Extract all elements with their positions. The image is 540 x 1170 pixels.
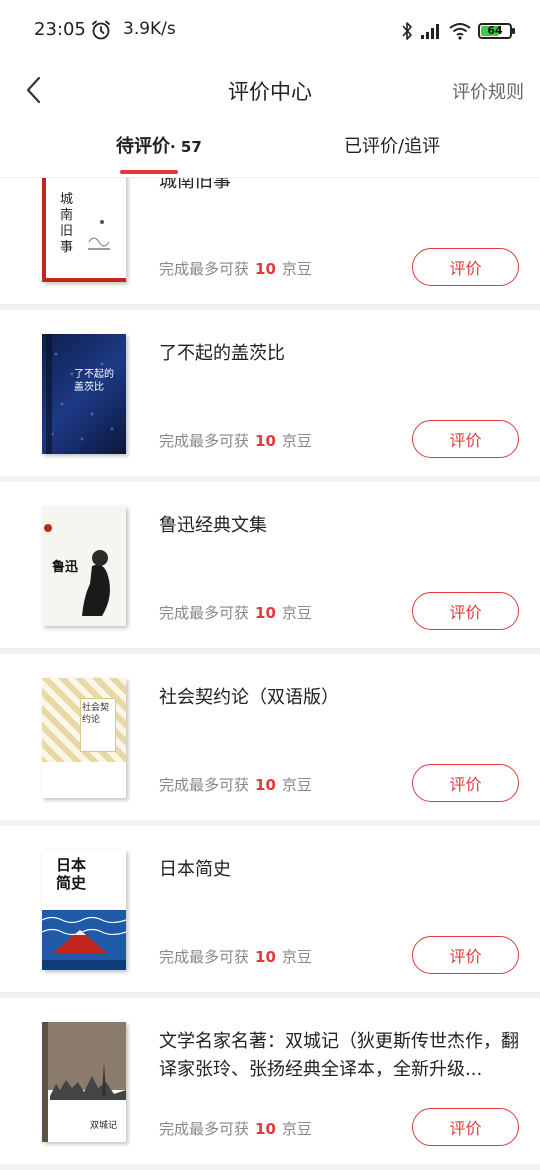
reward-prefix: 完成最多可获 (159, 260, 250, 278)
status-bar: 23:05 3.9K/s 64 (0, 0, 540, 62)
tab-bar: 待评价· 57 已评价/追评 (0, 118, 540, 178)
reward-text: 完成最多可获 10 京豆 (159, 774, 312, 795)
cover-title: 日本简史 (56, 856, 87, 892)
reward-unit: 京豆 (281, 432, 312, 450)
tab-pending-count: · 57 (170, 138, 202, 156)
reward-text: 完成最多可获 10 京豆 (159, 430, 312, 451)
list-item: 双城记 文学名家名著：双城记（狄更斯传世杰作，翻译家张玲、张扬经典全译本，全新升… (0, 998, 540, 1164)
network-speed: 3.9K/s (123, 19, 176, 39)
rate-button[interactable]: 评价 (412, 764, 519, 802)
book-cover: 城南旧事 (42, 178, 126, 282)
bluetooth-icon (402, 22, 412, 40)
reward-amount: 10 (255, 432, 276, 450)
reward-amount: 10 (255, 260, 276, 278)
tab-pending-label: 待评价 (116, 136, 170, 157)
reward-unit: 京豆 (281, 604, 312, 622)
reward-text: 完成最多可获 10 京豆 (159, 602, 312, 623)
rate-button[interactable]: 评价 (412, 420, 519, 458)
reward-text: 完成最多可获 10 京豆 (159, 946, 312, 967)
reward-unit: 京豆 (281, 1120, 312, 1138)
list-item: 日本简史 日本简史 完成最多可获 10 京豆 评价 (0, 826, 540, 992)
cover-title: 社会契约论 (82, 703, 110, 725)
cover-title: 鲁迅 (52, 560, 79, 575)
list-item: 鲁迅 鲁迅经典文集 完成最多可获 10 京豆 评价 (0, 482, 540, 648)
reward-prefix: 完成最多可获 (159, 604, 250, 622)
reward-prefix: 完成最多可获 (159, 432, 250, 450)
book-title: 城南旧事 (159, 178, 231, 192)
cover-title: 了不起的盖茨比 (74, 369, 114, 393)
active-tab-indicator (120, 170, 178, 174)
header: 评价中心 评价规则 (0, 62, 540, 118)
book-cover: 鲁迅 (42, 506, 126, 626)
list-item: 城南旧事 城南旧事 完成最多可获 10 京豆 评价 (0, 178, 540, 304)
reward-prefix: 完成最多可获 (159, 948, 250, 966)
book-title: 了不起的盖茨比 (159, 343, 285, 364)
status-time: 23:05 (34, 19, 86, 40)
reward-amount: 10 (255, 1120, 276, 1138)
rules-link[interactable]: 评价规则 (452, 78, 524, 104)
reward-amount: 10 (255, 604, 276, 622)
book-title: 文学名家名著：双城记（狄更斯传世杰作，翻译家张玲、张扬经典全译本，全新升级... (159, 1031, 519, 1080)
book-title: 日本简史 (159, 859, 231, 880)
rate-button[interactable]: 评价 (412, 1108, 519, 1146)
cover-illustration (46, 334, 114, 454)
cover-title: 城南旧事 (60, 192, 74, 255)
book-cover: 社会契约论 (42, 678, 126, 798)
alarm-icon (92, 20, 110, 40)
reward-prefix: 完成最多可获 (159, 776, 250, 794)
tab-reviewed[interactable]: 已评价/追评 (344, 132, 440, 158)
reward-unit: 京豆 (281, 260, 312, 278)
rate-button[interactable]: 评价 (412, 936, 519, 974)
cover-illustration (88, 220, 110, 250)
reward-prefix: 完成最多可获 (159, 1120, 250, 1138)
reward-amount: 10 (255, 776, 276, 794)
reward-unit: 京豆 (281, 776, 312, 794)
wifi-icon (449, 23, 471, 40)
signal-icon (421, 24, 439, 39)
list-item: 了不起的盖茨比 了不起的盖茨比 完成最多可获 10 京豆 评价 (0, 310, 540, 476)
review-list[interactable]: 城南旧事 城南旧事 完成最多可获 10 京豆 评价 了不起的盖茨比 了不起的盖茨… (0, 178, 540, 1170)
reward-text: 完成最多可获 10 京豆 (159, 258, 312, 279)
battery-icon: 64 (478, 23, 515, 39)
reward-amount: 10 (255, 948, 276, 966)
book-title: 鲁迅经典文集 (159, 515, 267, 536)
rate-button[interactable]: 评价 (412, 248, 519, 286)
rate-button[interactable]: 评价 (412, 592, 519, 630)
book-title: 社会契约论（双语版） (159, 687, 339, 708)
tab-pending[interactable]: 待评价· 57 (116, 132, 202, 158)
cover-title: 双城记 (90, 1121, 118, 1131)
book-cover: 了不起的盖茨比 (42, 334, 126, 454)
reward-unit: 京豆 (281, 948, 312, 966)
book-cover: 日本简史 (42, 850, 126, 970)
list-item: 社会契约论 社会契约论（双语版） 完成最多可获 10 京豆 评价 (0, 654, 540, 820)
book-cover: 双城记 (42, 1022, 126, 1142)
battery-percent: 64 (487, 24, 503, 37)
reward-text: 完成最多可获 10 京豆 (159, 1118, 312, 1139)
